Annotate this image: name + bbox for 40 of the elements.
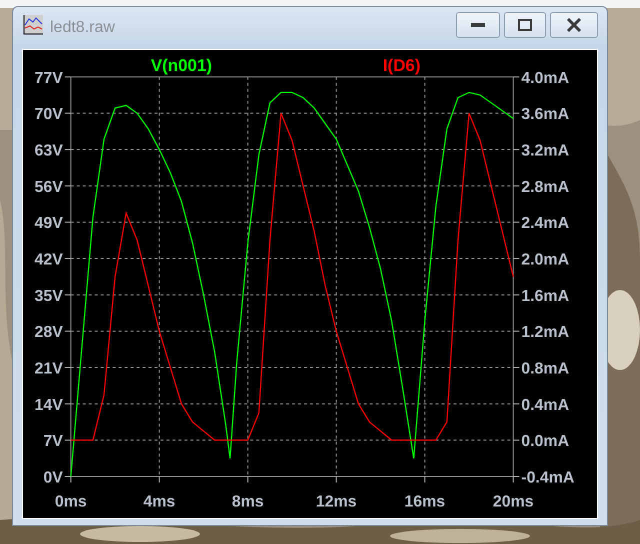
axis-label: 70V <box>34 106 63 123</box>
axis-label: 16ms <box>404 493 446 510</box>
axis-label: 49V <box>34 214 63 232</box>
axis-label: 8ms <box>232 493 264 510</box>
axis-label: 0V <box>43 469 63 486</box>
close-button[interactable] <box>550 12 598 38</box>
axis-label: 2.8mA <box>521 178 570 196</box>
maximize-button[interactable] <box>504 12 546 38</box>
axis-label: 0.8mA <box>521 360 570 378</box>
axis-label: -0.4mA <box>521 469 574 486</box>
maximize-icon <box>518 18 532 31</box>
minimize-button[interactable] <box>456 12 500 38</box>
axis-label: 4ms <box>143 493 176 510</box>
axis-label: 56V <box>34 178 63 196</box>
axis-label: 7V <box>43 432 63 450</box>
axis-label: 28V <box>34 324 63 341</box>
trace-title: V(n001) <box>150 56 212 75</box>
axis-label: 1.2mA <box>521 324 570 341</box>
trace-title: I(D6) <box>382 56 420 75</box>
axis-label: 0.4mA <box>521 396 570 414</box>
close-icon <box>566 18 582 32</box>
axis-label: 63V <box>34 142 63 160</box>
axis-label: 12ms <box>316 493 357 510</box>
axis-label: 42V <box>34 251 63 268</box>
axis-label: 0.0mA <box>521 432 570 450</box>
waveform-icon <box>22 12 44 35</box>
axis-label: 35V <box>34 288 63 304</box>
axis-label: 2.0mA <box>521 251 570 268</box>
axis-label: 1.6mA <box>521 288 570 304</box>
axis-label: 20ms <box>492 493 534 510</box>
axis-label: 77V <box>34 70 63 87</box>
window-title: ledt8.raw <box>50 18 116 37</box>
axis-label: 2.4mA <box>521 214 570 232</box>
axis-label: 14V <box>34 396 63 414</box>
axis-label: 3.2mA <box>521 142 570 160</box>
axis-label: 3.6mA <box>521 106 570 123</box>
axis-label: 0ms <box>54 493 87 510</box>
minimize-icon <box>471 22 485 27</box>
axis-label: 21V <box>34 360 63 378</box>
axis-label: 4.0mA <box>521 70 570 87</box>
